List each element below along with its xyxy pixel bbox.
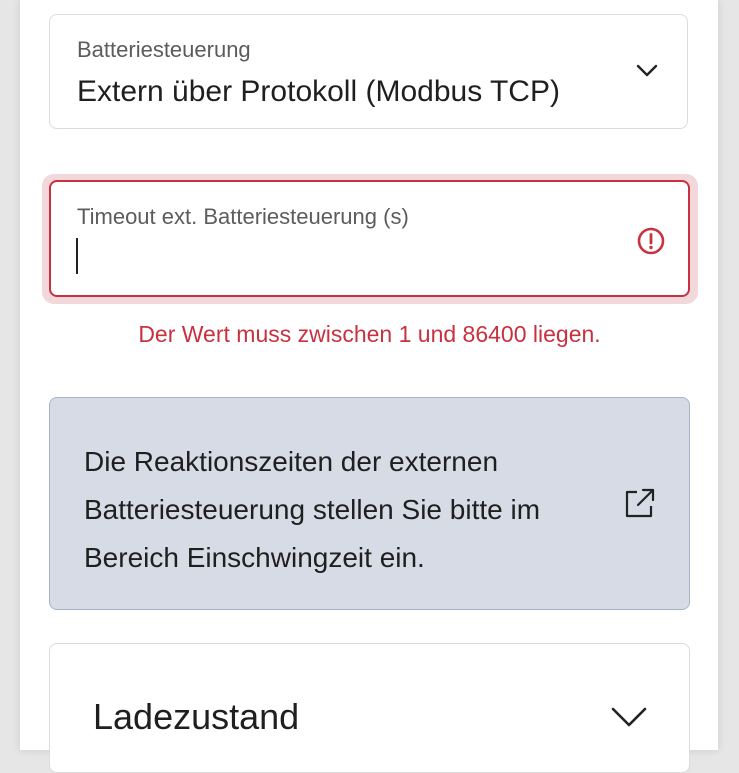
battery-control-label: Batteriesteuerung xyxy=(77,37,251,62)
timeout-input[interactable]: Timeout ext. Batteriesteuerung (s) xyxy=(49,180,690,297)
battery-control-value: Extern über Protokoll (Modbus TCP) xyxy=(77,75,560,108)
external-link-icon[interactable] xyxy=(623,486,657,520)
chevron-down-icon[interactable] xyxy=(611,706,647,728)
chevron-down-icon[interactable] xyxy=(635,61,659,79)
state-of-charge-title: Ladezustand xyxy=(93,696,300,737)
state-of-charge-accordion[interactable]: Ladezustand xyxy=(49,643,690,773)
timeout-input-label: Timeout ext. Batteriesteuerung (s) xyxy=(77,204,409,229)
error-icon xyxy=(637,227,665,255)
info-notice: Die Reaktionszeiten der externen Batteri… xyxy=(49,397,690,610)
info-notice-text: Die Reaktionszeiten der externen Batteri… xyxy=(84,446,541,573)
battery-control-select[interactable]: Batteriesteuerung Extern über Protokoll … xyxy=(49,14,688,129)
timeout-error-message: Der Wert muss zwischen 1 und 86400 liege… xyxy=(138,321,601,347)
text-caret xyxy=(76,238,78,274)
